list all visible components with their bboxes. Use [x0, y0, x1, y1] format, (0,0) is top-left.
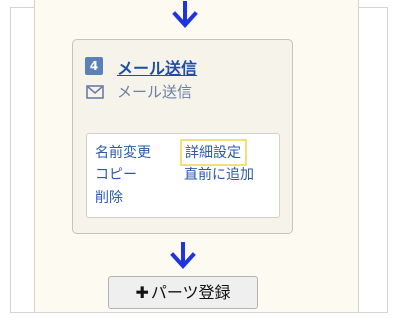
rename-link[interactable]: 名前変更 — [95, 144, 151, 162]
add-parts-button[interactable]: ✚ パーツ登録 — [108, 276, 258, 309]
plus-icon: ✚ — [135, 283, 149, 302]
step-card: 4 メール送信 メール送信 名前変更 コピー 削除 詳細設定 直前に追加 — [72, 39, 293, 234]
delete-link[interactable]: 削除 — [95, 189, 123, 207]
arrow-down-icon — [170, 242, 196, 270]
step-number-badge: 4 — [85, 57, 103, 75]
detail-settings-link[interactable]: 詳細設定 — [180, 139, 247, 166]
add-parts-label: パーツ登録 — [150, 283, 231, 302]
step-type-label: メール送信 — [117, 83, 193, 101]
add-before-link[interactable]: 直前に追加 — [184, 166, 254, 184]
copy-link[interactable]: コピー — [95, 166, 137, 184]
envelope-icon — [86, 84, 104, 99]
arrow-down-icon — [172, 1, 198, 29]
step-title-link[interactable]: メール送信 — [117, 55, 197, 79]
step-actions-panel: 名前変更 コピー 削除 詳細設定 直前に追加 — [86, 133, 280, 218]
